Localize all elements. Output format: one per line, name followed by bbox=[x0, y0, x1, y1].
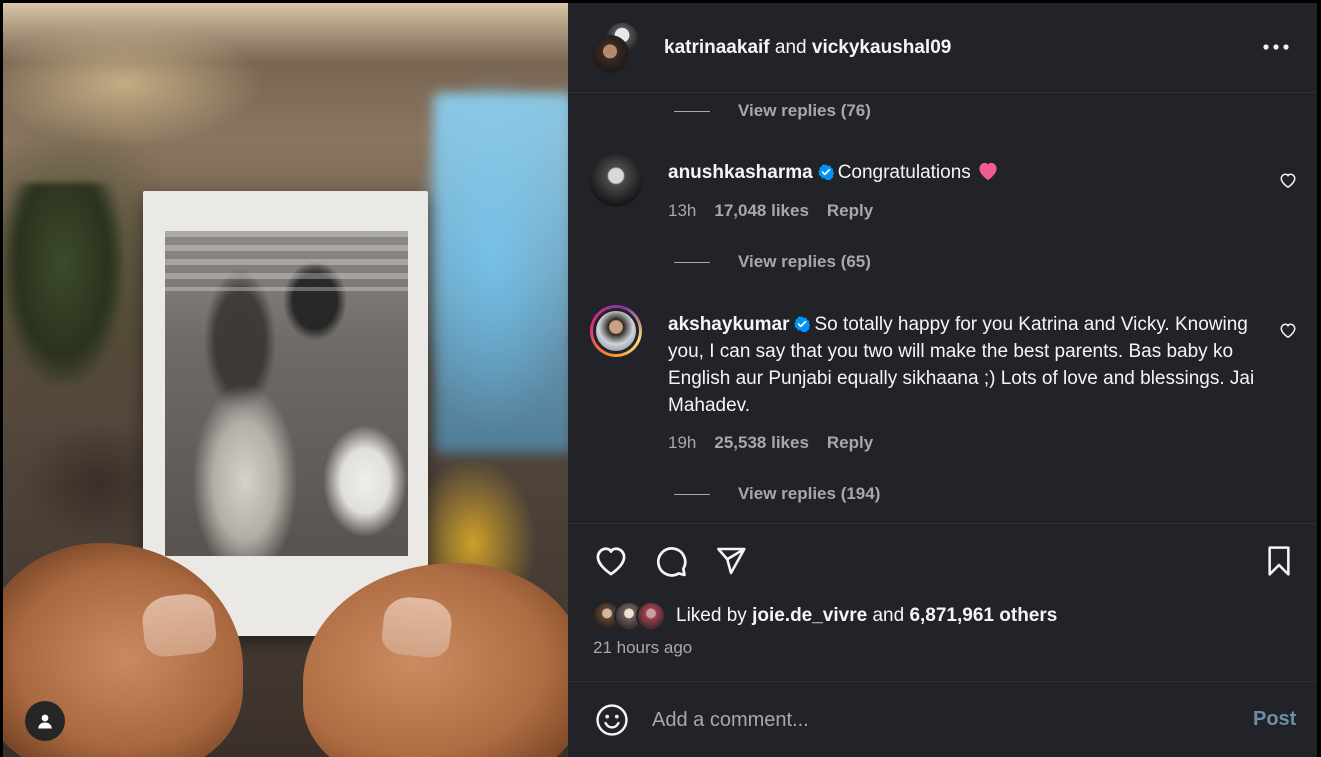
pink-heart-icon bbox=[979, 162, 997, 181]
like-button[interactable] bbox=[592, 542, 630, 580]
post-timestamp: 21 hours ago bbox=[593, 638, 693, 657]
polaroid-ceiling-lights bbox=[165, 231, 408, 291]
comment-body: anushkasharma Congratulations bbox=[668, 159, 1268, 186]
reply-button[interactable]: Reply bbox=[827, 433, 873, 453]
post-actions bbox=[568, 523, 1317, 593]
photo-plant bbox=[3, 183, 123, 383]
comment-username[interactable]: anushkasharma bbox=[668, 162, 813, 183]
emoji-button[interactable] bbox=[592, 700, 632, 740]
like-comment-button[interactable] bbox=[1277, 319, 1299, 341]
save-button[interactable] bbox=[1260, 542, 1298, 580]
polaroid-picture bbox=[165, 231, 408, 556]
avatar bbox=[590, 35, 630, 75]
comment-likes[interactable]: 17,048 likes bbox=[714, 201, 809, 221]
view-replies-label: View replies (194) bbox=[738, 484, 881, 503]
liked-by-user[interactable]: joie.de_vivre bbox=[752, 605, 867, 627]
left-thumb bbox=[140, 591, 218, 659]
author-joiner: and bbox=[774, 37, 812, 58]
heart-outline-icon bbox=[1280, 172, 1296, 188]
comment-age: 13h bbox=[668, 201, 697, 220]
share-button[interactable] bbox=[712, 542, 750, 580]
view-replies-button[interactable]: View replies (194) bbox=[674, 484, 880, 504]
liked-by-joiner: and bbox=[872, 605, 905, 626]
verified-badge-icon bbox=[817, 164, 834, 180]
avatar bbox=[636, 601, 666, 631]
comment-username[interactable]: akshaykumar bbox=[668, 314, 789, 335]
likes-summary[interactable]: Liked by joie.de_vivre and 6,871,961 oth… bbox=[592, 601, 1057, 631]
author-avatars[interactable] bbox=[590, 19, 646, 75]
comment-button[interactable] bbox=[652, 542, 690, 580]
comment-input[interactable] bbox=[652, 702, 1212, 738]
more-horizontal-icon bbox=[1263, 44, 1289, 50]
comment-text: Congratulations bbox=[837, 162, 971, 183]
view-replies-button[interactable]: View replies (65) bbox=[674, 252, 871, 272]
comment-body: akshaykumar So totally happy for you Katr… bbox=[668, 311, 1268, 419]
comment-icon bbox=[657, 547, 687, 577]
view-replies-label: View replies (76) bbox=[738, 101, 871, 120]
tagged-users-button[interactable] bbox=[25, 701, 65, 741]
view-replies-label: View replies (65) bbox=[738, 252, 871, 271]
comment-age: 19h bbox=[668, 433, 697, 452]
add-comment-bar: Post bbox=[568, 681, 1317, 757]
photo-ceiling bbox=[3, 3, 568, 63]
view-replies-button[interactable]: View replies (76) bbox=[674, 101, 871, 121]
send-icon bbox=[717, 547, 746, 575]
bookmark-icon bbox=[1268, 546, 1290, 576]
post-header: katrinaakaif and vickykaushal09 bbox=[568, 3, 1317, 93]
avatar-image bbox=[593, 308, 639, 354]
post-authors: katrinaakaif and vickykaushal09 bbox=[664, 37, 951, 59]
photo-window bbox=[433, 93, 568, 453]
more-options-button[interactable] bbox=[1258, 33, 1294, 61]
liked-by-prefix: Liked by bbox=[676, 605, 747, 626]
liker-avatars bbox=[592, 601, 672, 631]
liked-by-others[interactable]: 6,871,961 others bbox=[909, 605, 1057, 627]
heart-outline-icon bbox=[1280, 322, 1296, 338]
replies-divider bbox=[674, 110, 710, 112]
right-thumb bbox=[380, 594, 454, 660]
like-comment-button[interactable] bbox=[1277, 169, 1299, 191]
comments-list[interactable]: View replies (76) anushkasharma Congratul… bbox=[568, 93, 1317, 521]
post-photo[interactable] bbox=[3, 3, 568, 757]
heart-icon bbox=[596, 547, 626, 576]
comment-meta: 13h 17,048 likes Reply bbox=[668, 201, 873, 221]
author-link[interactable]: vickykaushal09 bbox=[812, 37, 951, 58]
avatar[interactable] bbox=[590, 155, 642, 207]
replies-divider bbox=[674, 261, 710, 263]
post-panel: katrinaakaif and vickykaushal09 View rep… bbox=[568, 3, 1317, 757]
avatar[interactable] bbox=[590, 305, 642, 357]
replies-divider bbox=[674, 493, 710, 495]
verified-badge-icon bbox=[794, 316, 811, 332]
author-link[interactable]: katrinaakaif bbox=[664, 37, 770, 58]
smiley-icon bbox=[596, 704, 628, 736]
comment-meta: 19h 25,538 likes Reply bbox=[668, 433, 873, 453]
post-comment-button[interactable]: Post bbox=[1253, 708, 1296, 731]
reply-button[interactable]: Reply bbox=[827, 201, 873, 221]
comment-likes[interactable]: 25,538 likes bbox=[714, 433, 809, 453]
user-icon bbox=[38, 714, 52, 729]
